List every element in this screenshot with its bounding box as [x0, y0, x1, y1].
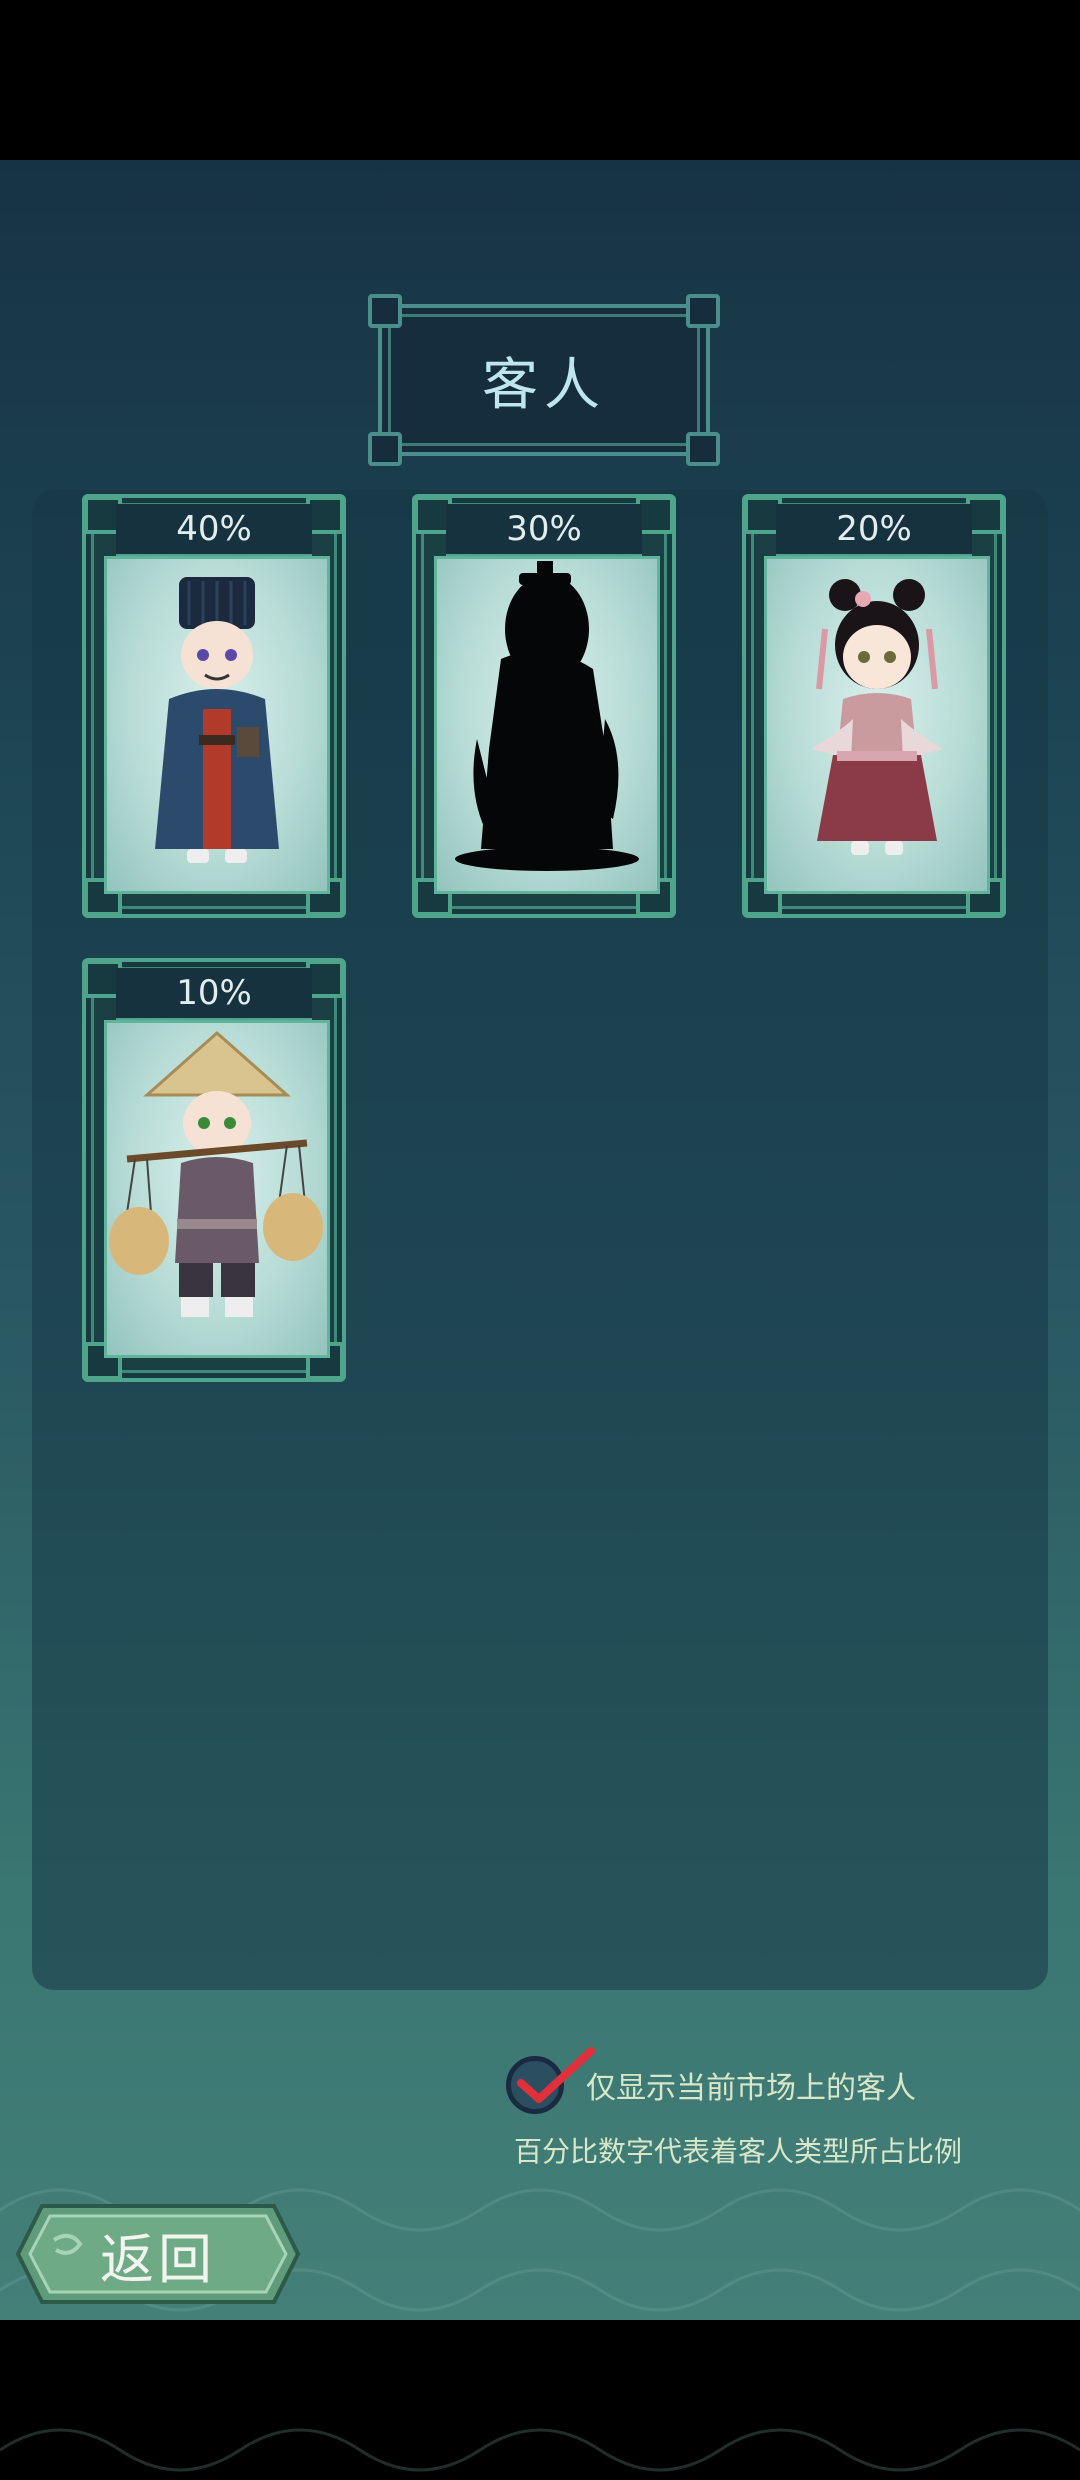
- filter-label: 仅显示当前市场上的客人: [586, 2071, 916, 2106]
- customer-portrait: [434, 556, 660, 894]
- customer-portrait: [104, 556, 330, 894]
- back-button[interactable]: 返回: [14, 2200, 302, 2308]
- customer-card-peddler[interactable]: 10%: [82, 958, 346, 1382]
- peddler-figure-icon: [109, 1030, 323, 1317]
- customer-percentage: 40%: [116, 504, 312, 557]
- silhouette-figure-icon: [455, 561, 639, 871]
- customer-card-official[interactable]: 40%: [82, 494, 346, 918]
- filter-checkbox-row[interactable]: 仅显示当前市场上的客人: [506, 2047, 916, 2120]
- official-figure-icon: [155, 577, 279, 863]
- checkmark-icon: [517, 2047, 595, 2103]
- customer-percentage: 10%: [116, 968, 312, 1021]
- maiden-figure-icon: [811, 579, 943, 855]
- percentage-note: 百分比数字代表着客人类型所占比例: [514, 2135, 963, 2168]
- system-bottom-bar: [0, 2320, 1080, 2400]
- customer-card-unknown[interactable]: 30%: [412, 494, 676, 918]
- customer-card-maiden[interactable]: 20%: [742, 494, 1006, 918]
- filter-checkbox[interactable]: [506, 2047, 595, 2114]
- back-button-label: 返回: [100, 2227, 216, 2291]
- customer-portrait: [764, 556, 990, 894]
- customer-percentage: 20%: [776, 504, 972, 557]
- title-plaque: 客人: [368, 294, 720, 466]
- customer-portrait: [104, 1020, 330, 1358]
- page-title: 客人: [482, 352, 606, 418]
- customer-percentage: 30%: [446, 504, 642, 557]
